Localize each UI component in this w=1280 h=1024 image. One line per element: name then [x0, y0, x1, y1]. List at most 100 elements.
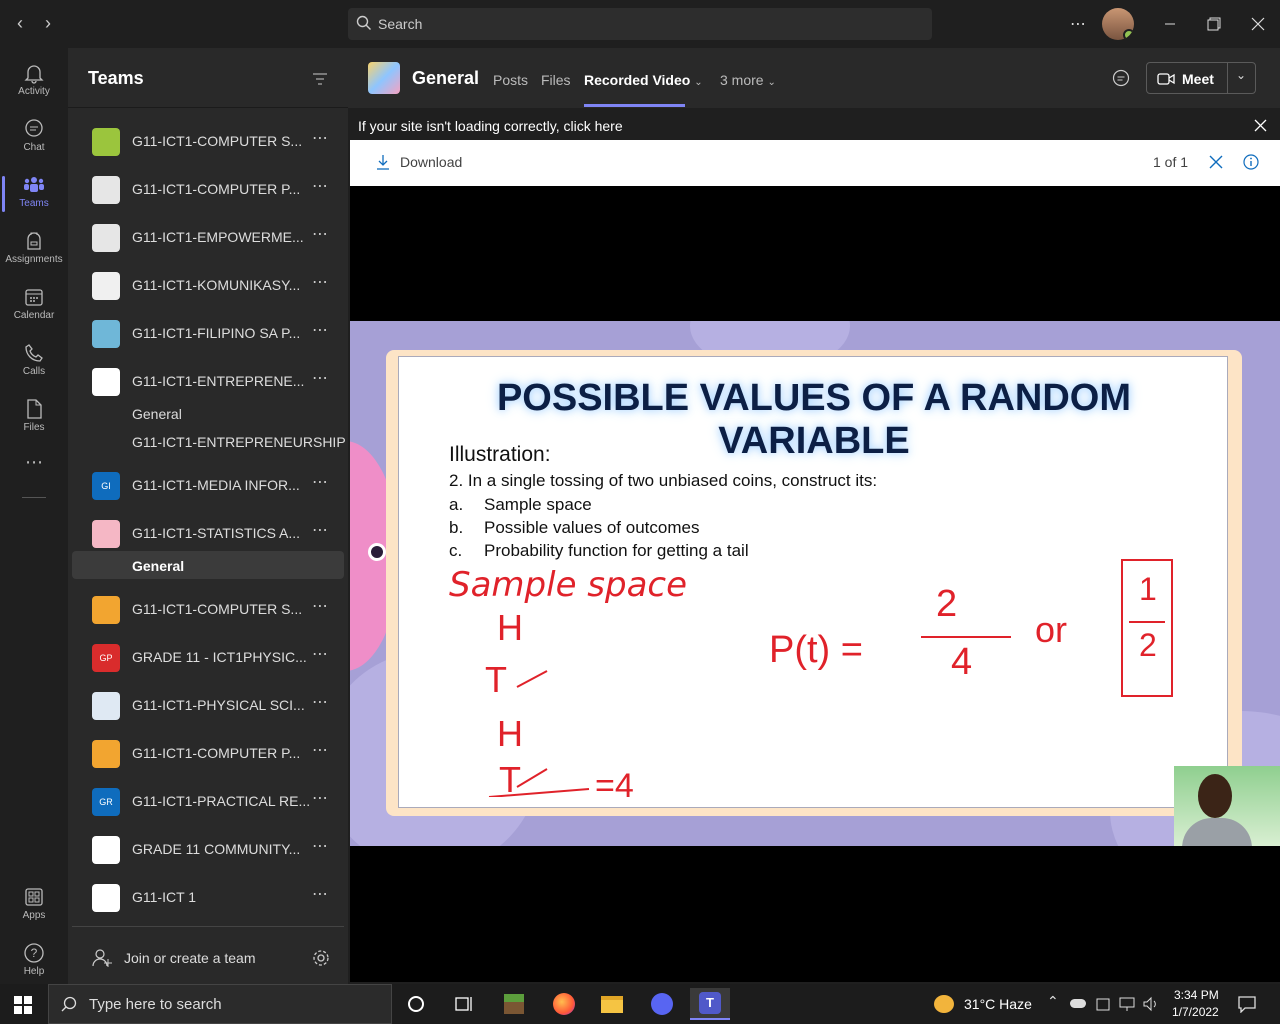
team-item[interactable]: GP GRADE 11 - ICT1PHYSIC... ⋯ [68, 634, 348, 682]
more-options-icon[interactable]: ⋯ [312, 740, 329, 760]
team-item[interactable]: GRADE 11 COMMUNITY... ⋯ [68, 826, 348, 874]
team-item[interactable]: G11-ICT1-COMPUTER P... ⋯ [68, 166, 348, 214]
discord-icon[interactable] [642, 988, 682, 1020]
more-options-icon[interactable]: ⋯ [312, 788, 329, 808]
task-view-icon[interactable] [444, 988, 484, 1020]
network-icon[interactable] [1118, 996, 1136, 1012]
notification-icon[interactable] [1238, 995, 1256, 1013]
clock-time[interactable]: 3:34 PM [1174, 988, 1219, 1002]
video-stage[interactable]: POSSIBLE VALUES OF A RANDOM VARIABLE Ill… [350, 186, 1280, 982]
rail-calendar[interactable]: Calendar [0, 278, 68, 334]
meet-button[interactable]: Meet ⌄ [1146, 62, 1256, 94]
volume-icon[interactable] [1142, 996, 1160, 1012]
meet-now-icon[interactable] [1096, 996, 1110, 1012]
banner-link[interactable]: If your site isn't loading correctly, cl… [358, 118, 623, 134]
team-item[interactable]: G11-ICT1-KOMUNIKASY... ⋯ [68, 262, 348, 310]
more-options-icon[interactable]: ⋯ [312, 224, 329, 244]
join-create-team-button[interactable]: Join or create a team [92, 948, 256, 968]
weather-text[interactable]: 31°C Haze [964, 996, 1032, 1012]
presenter-video[interactable] [1174, 766, 1280, 846]
taskbar-search-input[interactable] [89, 985, 379, 1023]
team-item[interactable]: G11-ICT1-PHYSICAL SCI... ⋯ [68, 682, 348, 730]
handwritten-denominator: 4 [951, 641, 973, 683]
rail-label: Calendar [13, 310, 55, 321]
forward-icon[interactable]: › [36, 12, 60, 36]
more-options-icon[interactable]: ⋯ [312, 176, 329, 196]
rail-assignments[interactable]: Assignments [0, 222, 68, 278]
settings-gear-icon[interactable] [312, 949, 330, 967]
windows-start-icon[interactable] [14, 996, 32, 1014]
team-item[interactable]: G11-ICT1-COMPUTER S... ⋯ [68, 586, 348, 634]
more-options-icon[interactable]: ⋯ [312, 884, 329, 904]
rail-apps[interactable]: Apps [0, 878, 68, 934]
tab-files[interactable]: Files [541, 72, 571, 88]
avatar[interactable] [1102, 8, 1134, 40]
more-options-icon[interactable]: ⋯ [312, 520, 329, 540]
more-options-icon[interactable]: ⋯ [312, 836, 329, 856]
fraction-bar [921, 636, 1011, 638]
site-banner: If your site isn't loading correctly, cl… [348, 110, 1280, 140]
more-options-icon[interactable]: ⋯ [312, 596, 329, 616]
download-button[interactable]: Download [376, 154, 462, 170]
more-options-icon[interactable]: ⋯ [312, 320, 329, 340]
rail-activity[interactable]: Activity [0, 54, 68, 110]
teams-taskbar-icon[interactable]: T [690, 988, 730, 1020]
more-options-icon[interactable]: ⋯ [1064, 10, 1092, 38]
team-item[interactable]: G11-ICT1-COMPUTER P... ⋯ [68, 730, 348, 778]
channel-entrepreneurship[interactable]: G11-ICT1-ENTREPRENEURSHIP [132, 434, 346, 450]
help-icon: ? [24, 943, 44, 963]
team-item[interactable]: GI G11-ICT1-MEDIA INFOR... ⋯ [68, 462, 348, 510]
restore-icon[interactable] [1200, 10, 1228, 38]
channel-general-entrepreneurship[interactable]: General [132, 406, 182, 422]
rail-teams[interactable]: Teams [0, 166, 68, 222]
close-viewer-icon[interactable] [1209, 155, 1223, 169]
rail-chat[interactable]: Chat [0, 110, 68, 166]
more-options-icon[interactable]: ⋯ [312, 272, 329, 292]
search-box[interactable] [348, 8, 932, 40]
filter-icon[interactable] [312, 72, 328, 86]
minecraft-icon[interactable] [494, 988, 534, 1020]
tab-recorded-video[interactable]: Recorded Video ⌄ [584, 72, 703, 88]
team-item[interactable]: G11-ICT1-COMPUTER S... ⋯ [68, 118, 348, 166]
info-icon[interactable] [1243, 154, 1259, 170]
more-options-icon[interactable]: ⋯ [312, 472, 329, 492]
onedrive-icon[interactable] [1070, 999, 1086, 1008]
team-logo [92, 224, 120, 252]
team-item[interactable]: G11-ICT1-ENTREPRENE... ⋯ [68, 358, 348, 406]
conversation-icon[interactable] [1112, 69, 1130, 87]
rail-calls[interactable]: Calls [0, 334, 68, 390]
weather-icon[interactable] [934, 995, 954, 1013]
team-item[interactable]: G11-ICT 1 ⋯ [68, 874, 348, 922]
tab-more[interactable]: 3 more ⌄ [720, 72, 776, 88]
teams-panel: Teams G11-ICT1-COMPUTER S... ⋯ G11-ICT1-CO… [68, 48, 348, 984]
clock-date[interactable]: 1/7/2022 [1172, 1005, 1219, 1019]
close-window-icon[interactable] [1244, 10, 1272, 38]
taskbar-search[interactable] [48, 984, 392, 1024]
team-item[interactable]: G11-ICT1-STATISTICS A... ⋯ [68, 510, 348, 558]
more-apps-icon[interactable]: ⋯ [0, 452, 68, 482]
add-people-icon [92, 949, 112, 967]
team-item[interactable]: G11-ICT1-FILIPINO SA P... ⋯ [68, 310, 348, 358]
search-input[interactable] [378, 8, 918, 40]
firefox-icon[interactable] [544, 988, 584, 1020]
tab-posts[interactable]: Posts [493, 72, 528, 88]
back-icon[interactable]: ‹ [8, 12, 32, 36]
minimize-icon[interactable] [1156, 10, 1184, 38]
cortana-icon[interactable] [396, 988, 436, 1020]
more-options-icon[interactable]: ⋯ [312, 644, 329, 664]
chevron-up-icon[interactable]: ⌃ [1047, 993, 1059, 1010]
file-explorer-icon[interactable] [592, 988, 632, 1020]
team-item[interactable]: GR G11-ICT1-PRACTICAL RE... ⋯ [68, 778, 348, 826]
channel-general-statistics[interactable]: General [132, 558, 184, 574]
more-options-icon[interactable]: ⋯ [312, 692, 329, 712]
close-icon[interactable] [1254, 119, 1267, 132]
handwriting-strokes [488, 670, 590, 797]
chevron-down-icon[interactable]: ⌄ [1236, 68, 1246, 82]
status-available-icon [1123, 29, 1134, 40]
rail-help[interactable]: ? Help [0, 934, 68, 990]
more-options-icon[interactable]: ⋯ [312, 368, 329, 388]
team-item[interactable]: G11-ICT1-EMPOWERME... ⋯ [68, 214, 348, 262]
more-options-icon[interactable]: ⋯ [312, 128, 329, 148]
title-bar: ‹ › ⋯ [0, 0, 1280, 48]
rail-files[interactable]: Files [0, 390, 68, 446]
